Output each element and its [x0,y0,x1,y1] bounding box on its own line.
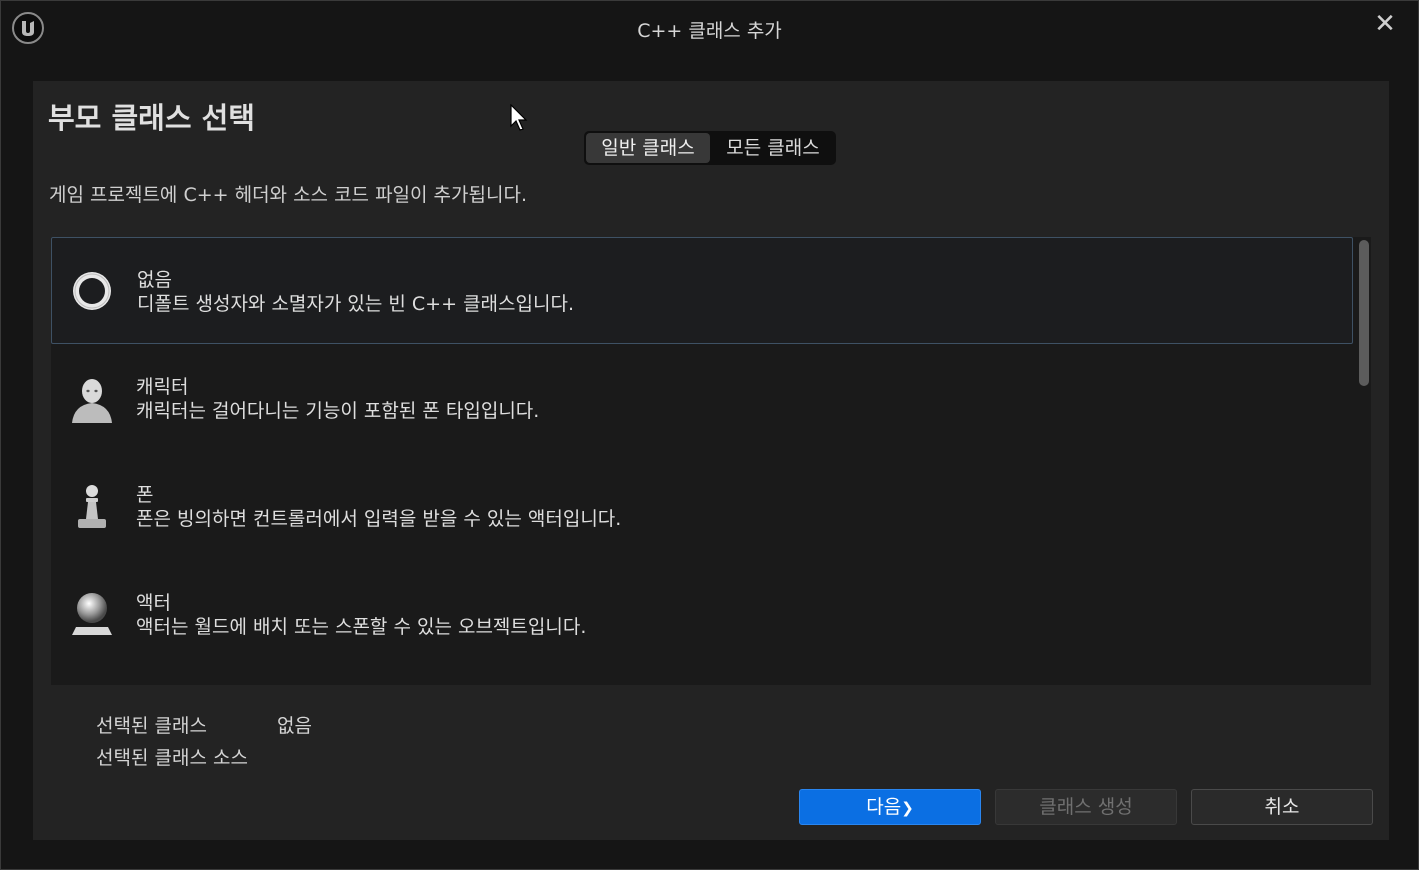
pawn-piece-icon [68,479,118,533]
mouse-cursor-icon [510,103,528,136]
class-item-pawn[interactable]: 폰 폰은 빙의하면 컨트롤러에서 입력을 받을 수 있는 액터입니다. [51,453,1353,560]
next-button[interactable]: 다음❯ [799,789,981,825]
class-item-character[interactable]: 캐릭터 캐릭터는 걸어다니는 기능이 포함된 폰 타입입니다. [51,345,1353,452]
close-icon[interactable]: ✕ [1371,10,1399,38]
scrollbar-thumb[interactable] [1359,240,1369,386]
class-item-name: 없음 [137,269,172,291]
actor-sphere-icon [68,587,118,641]
window-title: C++ 클래스 추가 [637,20,782,42]
class-item-name: 액터 [136,592,171,614]
selected-class-value: 없음 [277,715,312,737]
create-class-button[interactable]: 클래스 생성 [995,789,1177,825]
class-item-description: 캐릭터는 걸어다니는 기능이 포함된 폰 타입입니다. [136,400,540,422]
class-list-scrollbar[interactable] [1355,237,1371,685]
title-bar[interactable]: C++ 클래스 추가 ✕ [1,1,1418,55]
class-item-name: 캐릭터 [136,376,189,398]
dialog-panel: 부모 클래스 선택 일반 클래스 모든 클래스 게임 프로젝트에 C++ 헤더와… [33,81,1389,840]
chevron-right-icon: ❯ [901,799,914,817]
class-filter-tabs: 일반 클래스 모든 클래스 [584,131,836,165]
selected-class-source-label: 선택된 클래스 소스 [96,747,248,769]
selected-class-label: 선택된 클래스 [96,715,207,737]
page-description: 게임 프로젝트에 C++ 헤더와 소스 코드 파일이 추가됩니다. [49,184,527,206]
class-item-description: 디폴트 생성자와 소멸자가 있는 빈 C++ 클래스입니다. [137,293,574,315]
class-item-name: 폰 [136,484,154,506]
cancel-button[interactable]: 취소 [1191,789,1373,825]
page-title: 부모 클래스 선택 [48,101,255,135]
class-item-actor[interactable]: 액터 액터는 월드에 배치 또는 스폰할 수 있는 오브젝트입니다. [51,561,1353,668]
tab-common-classes[interactable]: 일반 클래스 [586,133,710,163]
tab-all-classes[interactable]: 모든 클래스 [712,133,834,163]
add-cpp-class-dialog: C++ 클래스 추가 ✕ 부모 클래스 선택 일반 클래스 모든 클래스 게임 … [0,0,1419,870]
character-bust-icon [68,371,118,425]
next-button-label: 다음 [866,796,902,818]
parent-class-list: 없음 디폴트 생성자와 소멸자가 있는 빈 C++ 클래스입니다. 캐릭터 캐릭… [51,237,1371,685]
class-item-description: 액터는 월드에 배치 또는 스폰할 수 있는 오브젝트입니다. [136,616,587,638]
class-item-none[interactable]: 없음 디폴트 생성자와 소멸자가 있는 빈 C++ 클래스입니다. [51,237,1353,344]
empty-ring-icon [69,264,119,318]
class-item-description: 폰은 빙의하면 컨트롤러에서 입력을 받을 수 있는 액터입니다. [136,508,622,530]
